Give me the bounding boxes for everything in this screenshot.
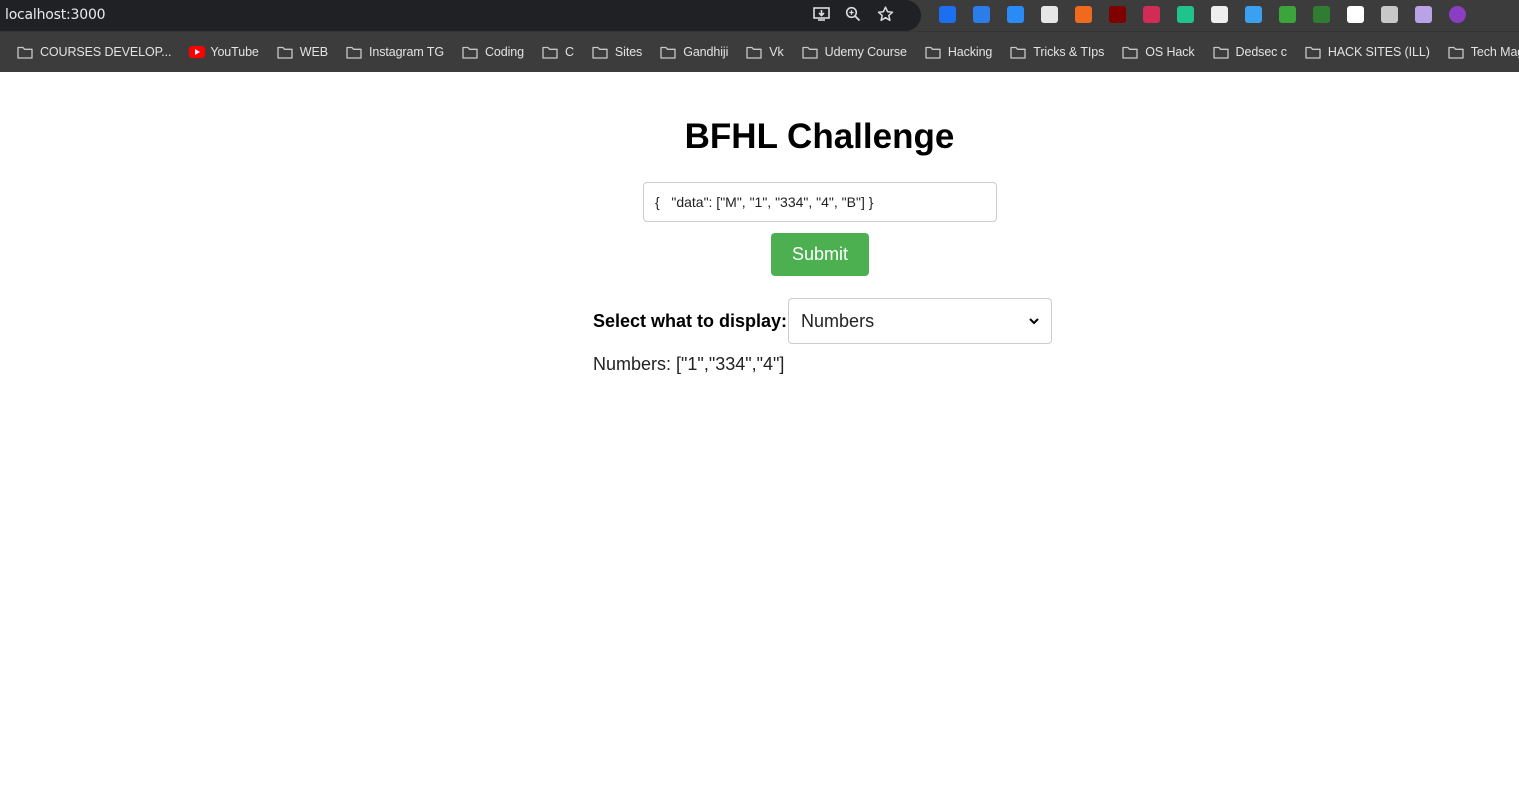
shield-ext-icon[interactable] [973,6,990,23]
play-ext-icon[interactable] [1143,6,1160,23]
folder-icon [346,46,362,59]
folder-icon [925,46,941,59]
joystick-ext-icon[interactable] [1381,6,1398,23]
page-title: BFHL Challenge [684,117,955,156]
blue-circle-ext-icon[interactable] [1007,6,1024,23]
bookmark-label: OS Hack [1145,45,1195,59]
bookmark-label: Instagram TG [368,45,444,59]
ublock-ext-icon[interactable] [1109,6,1126,23]
folder-icon [462,46,478,59]
bookmark-item[interactable]: YouTube [189,45,259,59]
bookmark-item[interactable]: C [542,45,574,59]
folder-icon [542,46,558,59]
bookmarks-bar: COURSES DEVELOP... YouTube WEB Instagram TG… [0,31,1519,72]
bookmark-label: WEB [299,45,328,59]
bookmark-label: C [564,45,574,59]
extensions-bar [939,6,1483,23]
music-ext-icon[interactable] [1279,6,1296,23]
folder-icon [802,46,818,59]
bookmark-label: Coding [484,45,524,59]
folder-icon [277,46,293,59]
chevron-down-icon [1029,318,1039,325]
bookmark-label: Gandhiji [683,45,729,59]
folder-icon [1305,46,1321,59]
display-select-row: Select what to display: Numbers [593,298,1053,344]
folder-icon [660,46,676,59]
bookmark-label: HACK SITES (ILL) [1327,45,1430,59]
bookmark-item[interactable]: Instagram TG [346,45,444,59]
json-input[interactable] [643,182,997,222]
orange-ext-icon[interactable] [1075,6,1092,23]
bookmark-star-icon[interactable] [876,5,894,23]
browser-toolbar: localhost:3000 [0,0,1519,31]
install-app-icon[interactable] [812,5,830,23]
bookmark-label: Dedsec c [1235,45,1287,59]
blue-square-ext-icon[interactable] [1245,6,1262,23]
folder-icon [17,46,33,59]
youtube-icon [189,46,206,58]
folder-icon [592,46,608,59]
bookmark-label: Hacking [947,45,993,59]
folder-icon [1010,46,1026,59]
glasses-ext-icon[interactable] [1211,6,1228,23]
mail-ext-icon[interactable] [1415,6,1432,23]
bookmark-item[interactable]: OS Hack [1122,45,1195,59]
bookmark-item[interactable]: Sites [592,45,642,59]
browser-chrome: localhost:3000 COURSES DEVELOP... YouTube… [0,0,1519,72]
download-ext-icon[interactable] [1313,6,1330,23]
bookmark-label: Sites [614,45,643,59]
bookmark-label: Tricks & TIps [1033,45,1105,59]
bookmark-item[interactable]: Coding [462,45,524,59]
bookmark-item[interactable]: WEB [277,45,328,59]
bookmark-item[interactable]: Udemy Course [802,45,907,59]
bookmark-item[interactable]: Vk [746,45,784,59]
refresh-ext-icon[interactable] [1177,6,1194,23]
bookmark-item[interactable]: Tricks & TIps [1010,45,1104,59]
bookmark-label: Vk [769,45,784,59]
bookmark-label: Udemy Course [824,45,907,59]
folder-icon [1448,46,1464,59]
bookmark-label: YouTube [210,45,259,59]
window-ext-icon[interactable] [1041,6,1058,23]
submit-button[interactable]: Submit [771,233,869,276]
bookmark-label: COURSES DEVELOP... [40,45,172,59]
purple-ext-icon[interactable] [1449,6,1466,23]
bookmark-item[interactable]: Gandhiji [660,45,728,59]
display-select[interactable]: Numbers [788,298,1053,344]
folder-icon [1212,46,1229,59]
bookmark-item[interactable]: HACK SITES (ILL) [1305,45,1430,59]
app-page: BFHL Challenge Submit Select what to dis… [0,72,1519,807]
bookmark-item[interactable]: Tech Mag. [1448,45,1519,59]
info-ext-icon[interactable] [1347,6,1364,23]
display-select-value: Numbers [801,310,875,331]
folder-icon [1122,46,1138,59]
bookmark-item[interactable]: COURSES DEVELOP... [17,45,171,59]
result-text: Numbers: ["1","334","4"] [593,354,785,374]
address-bar[interactable]: localhost:3000 [0,0,921,31]
address-url[interactable]: localhost:3000 [5,7,106,23]
bookmark-item[interactable]: Hacking [925,45,992,59]
bookmark-label: Tech Mag. [1470,45,1519,59]
select-label: Select what to display: [593,310,788,331]
folder-icon [746,46,762,59]
zoom-icon[interactable] [844,5,862,23]
trello-ext-icon[interactable] [939,6,956,23]
bookmark-item[interactable]: Dedsec c [1212,45,1287,59]
